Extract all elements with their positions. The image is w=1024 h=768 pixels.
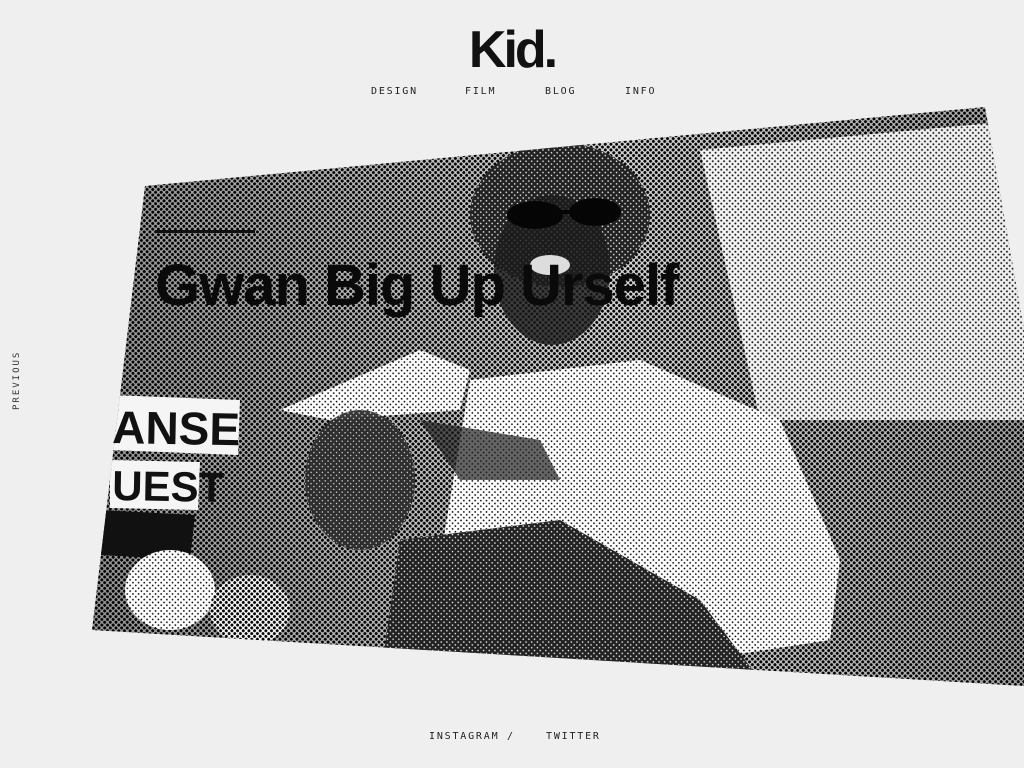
instagram-link[interactable]: INSTAGRAM <box>429 731 499 743</box>
sign-text-top: ANSE <box>112 401 241 455</box>
sign-text-bottom: UEST <box>112 462 225 511</box>
footer-separator: / <box>507 731 514 742</box>
previous-link[interactable]: PREVIOUS <box>12 351 22 410</box>
project-title[interactable]: Gwan Big Up Urself <box>155 252 679 320</box>
title-rule <box>155 230 255 233</box>
hero-stage: ANSE UEST <box>0 0 1024 768</box>
hero-halftone-image: ANSE UEST <box>92 107 1024 686</box>
hero-image-link[interactable]: ANSE UEST <box>0 0 1024 768</box>
social-footer: INSTAGRAM / TWITTER <box>0 731 1024 745</box>
twitter-link[interactable]: TWITTER <box>546 731 601 743</box>
